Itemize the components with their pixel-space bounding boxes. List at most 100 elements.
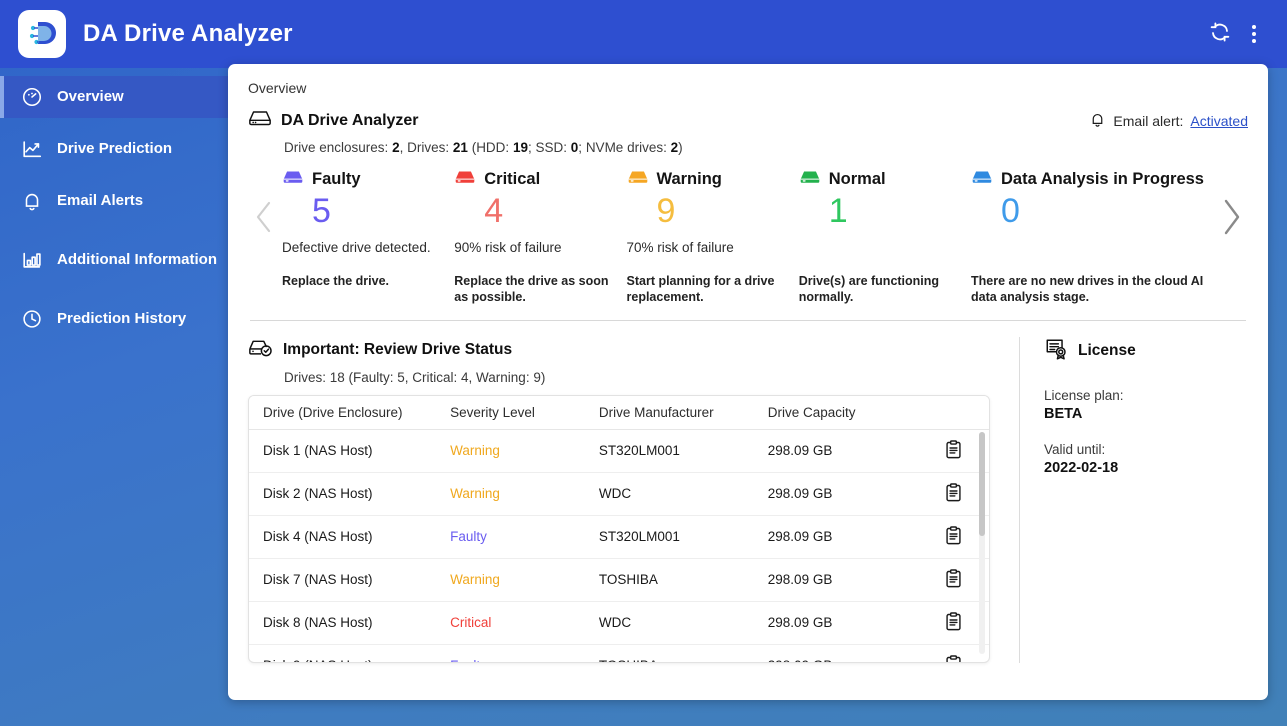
product-summary: DA Drive Analyzer Drive enclosures: 2, D… <box>248 108 1248 155</box>
status-card-action: Start planning for a drive replacement. <box>626 273 775 305</box>
drive-check-icon <box>248 337 274 364</box>
review-drive-status-section: Important: Review Drive Status Drives: 1… <box>248 337 1003 663</box>
table-row[interactable]: Disk 7 (NAS Host) Warning TOSHIBA 298.09… <box>249 558 989 602</box>
hdd-label: HDD: <box>476 140 510 155</box>
clipboard-icon[interactable] <box>945 525 962 545</box>
clipboard-icon[interactable] <box>945 654 962 662</box>
status-card-warning[interactable]: Warning 9 70% risk of failure Start plan… <box>627 169 799 306</box>
table-row[interactable]: Disk 1 (NAS Host) Warning ST320LM001 298… <box>249 429 989 473</box>
drive-status-icon <box>799 169 821 190</box>
app-title: DA Drive Analyzer <box>83 20 293 47</box>
status-card-description: Defective drive detected. <box>282 239 431 255</box>
more-options-button[interactable] <box>1237 17 1271 51</box>
drive-status-table-container: Drive (Drive Enclosure) Severity Level D… <box>248 394 990 663</box>
nvme-value: 2 <box>670 140 679 155</box>
breadcrumb: Overview <box>248 80 307 96</box>
status-card-normal[interactable]: Normal 1 Drive(s) are functioning normal… <box>799 169 971 306</box>
cell-manufacturer: WDC <box>598 472 768 516</box>
status-card-data-analysis-in-progress[interactable]: Data Analysis in Progress 0 There are no… <box>971 169 1214 306</box>
sidebar-item-additional-information[interactable]: Additional Information <box>0 232 230 288</box>
cell-severity: Warning <box>450 472 599 516</box>
table-scrollbar-thumb[interactable] <box>979 431 985 536</box>
column-header-manufacturer: Drive Manufacturer <box>598 395 768 430</box>
product-drive-counts: Drive enclosures: 2, Drives: 21 (HDD: 19… <box>284 140 683 155</box>
cell-capacity: 298.09 GB <box>767 558 919 602</box>
cell-capacity: 298.09 GB <box>767 644 919 662</box>
status-card-faulty[interactable]: Faulty 5 Defective drive detected. Repla… <box>282 169 454 306</box>
status-card-name: Warning <box>656 170 722 188</box>
status-card-count: 1 <box>828 192 848 230</box>
status-card-header: Critical <box>454 169 616 190</box>
refresh-button[interactable] <box>1203 17 1237 51</box>
email-alert-link[interactable]: Activated <box>1190 113 1248 129</box>
review-summary: Drives: 18 (Faulty: 5, Critical: 4, Warn… <box>284 369 546 385</box>
status-card-description: 90% risk of failure <box>454 239 562 255</box>
clipboard-icon[interactable] <box>945 568 962 588</box>
status-card-critical[interactable]: Critical 4 90% risk of failure Replace t… <box>454 169 626 306</box>
status-card-action: Drive(s) are functioning normally. <box>798 273 940 305</box>
status-card-count: 4 <box>484 192 504 230</box>
sidebar-item-label: Email Alerts <box>57 192 144 210</box>
drives-label: Drives: <box>407 140 450 155</box>
drives-value: 21 <box>452 140 468 155</box>
product-title-line: DA Drive Analyzer <box>248 108 683 133</box>
sidebar-item-prediction-history[interactable]: Prediction History <box>0 298 230 340</box>
clock-icon <box>20 307 44 331</box>
email-alert-status: Email alert: Activated <box>1089 108 1248 131</box>
drive-status-table: Drive (Drive Enclosure) Severity Level D… <box>249 395 989 662</box>
status-card-count: 0 <box>1001 192 1020 230</box>
status-card-description: 70% risk of failure <box>626 239 734 255</box>
table-scrollbar-track[interactable] <box>979 431 985 654</box>
drive-type-breakdown: (HDD: 19; SSD: 0; NVMe drives: 2) <box>471 140 683 155</box>
carousel-prev-button[interactable] <box>248 169 282 306</box>
cell-capacity: 298.09 GB <box>767 601 919 645</box>
cell-capacity: 298.09 GB <box>767 472 919 516</box>
cell-manufacturer: WDC <box>598 601 768 645</box>
status-card-header: Normal <box>799 169 961 190</box>
chevron-right-icon <box>1218 195 1244 244</box>
clipboard-icon[interactable] <box>945 482 962 502</box>
cell-capacity: 298.09 GB <box>767 429 919 473</box>
sidebar: Overview Drive Prediction Email Alerts A… <box>0 68 230 726</box>
hdd-value: 19 <box>512 140 528 155</box>
drive-status-icon <box>627 169 649 190</box>
table-row[interactable]: Disk 2 (NAS Host) Warning WDC 298.09 GB <box>249 472 989 516</box>
cell-manufacturer: ST320LM001 <box>598 429 768 473</box>
sidebar-item-overview[interactable]: Overview <box>0 76 230 118</box>
column-header-actions <box>918 395 989 430</box>
table-row[interactable]: Disk 4 (NAS Host) Faulty ST320LM001 298.… <box>249 515 989 559</box>
table-body: Disk 1 (NAS Host) Warning ST320LM001 298… <box>249 429 989 662</box>
status-card-header: Data Analysis in Progress <box>971 169 1204 190</box>
status-card-header: Warning <box>627 169 789 190</box>
sidebar-item-label: Drive Prediction <box>57 140 173 158</box>
status-card-name: Critical <box>484 170 541 188</box>
bell-icon <box>20 189 44 213</box>
sidebar-item-email-alerts[interactable]: Email Alerts <box>0 180 230 222</box>
table-row[interactable]: Disk 8 (NAS Host) Critical WDC 298.09 GB <box>249 601 989 645</box>
cell-drive: Disk 1 (NAS Host) <box>249 429 451 473</box>
column-header-severity: Severity Level <box>450 395 599 430</box>
status-card-description <box>799 240 961 259</box>
clipboard-icon[interactable] <box>945 439 962 459</box>
carousel-next-button[interactable] <box>1214 169 1248 306</box>
column-header-capacity: Drive Capacity <box>767 395 919 430</box>
cell-drive: Disk 7 (NAS Host) <box>249 558 451 602</box>
gauge-icon <box>20 85 44 109</box>
cell-drive: Disk 9 (NAS Host) <box>249 644 451 662</box>
drive-status-icon <box>971 169 993 190</box>
cell-severity: Critical <box>450 601 599 645</box>
more-vertical-icon <box>1252 25 1256 43</box>
cell-severity: Faulty <box>450 644 599 662</box>
enclosures-value: 2 <box>392 140 400 155</box>
comma-sep: , <box>399 140 404 155</box>
product-name: DA Drive Analyzer <box>281 111 419 129</box>
clipboard-icon[interactable] <box>945 611 962 631</box>
app-logo <box>18 10 66 58</box>
lower-section: Important: Review Drive Status Drives: 1… <box>248 336 1248 663</box>
table-row[interactable]: Disk 9 (NAS Host) Faulty TOSHIBA 298.09 … <box>249 644 989 662</box>
da-logo-icon <box>25 17 59 51</box>
sidebar-item-drive-prediction[interactable]: Drive Prediction <box>0 128 230 170</box>
